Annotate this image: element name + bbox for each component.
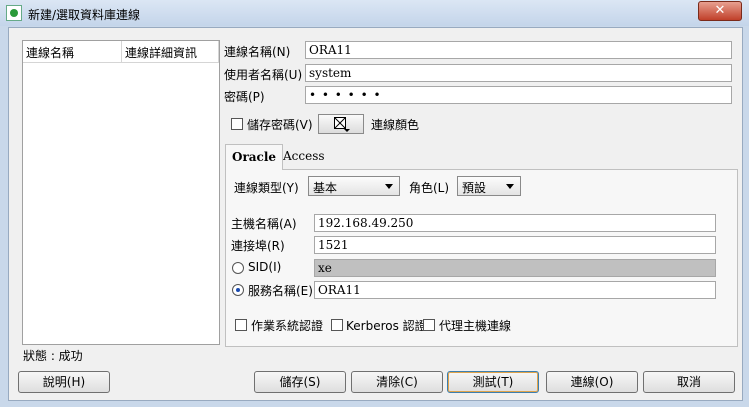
connection-color-label: 連線顏色 bbox=[371, 118, 420, 132]
role-label: 角色(L) bbox=[409, 181, 450, 195]
column-header-details[interactable]: 連線詳細資訊 bbox=[122, 41, 219, 62]
connection-name-field[interactable]: ORA11 bbox=[305, 41, 732, 59]
kerberos-label: Kerberos 認證 bbox=[346, 319, 427, 333]
connection-type-value: 基本 bbox=[313, 181, 338, 195]
sid-label: SID(I) bbox=[248, 260, 282, 274]
cancel-button[interactable]: 取消 bbox=[643, 371, 735, 393]
sid-field[interactable]: xe bbox=[314, 259, 716, 277]
chevron-down-icon bbox=[385, 184, 393, 189]
clear-button[interactable]: 清除(C) bbox=[351, 371, 443, 393]
connection-type-select[interactable]: 基本 bbox=[308, 176, 400, 196]
title-bar: 新建/選取資料庫連線 ✕ bbox=[0, 0, 749, 26]
os-auth-label: 作業系統認證 bbox=[251, 319, 324, 333]
username-field[interactable]: system bbox=[305, 64, 732, 82]
password-field[interactable]: • • • • • • bbox=[305, 86, 732, 104]
hostname-field[interactable]: 192.168.49.250 bbox=[314, 214, 716, 232]
save-password-checkbox[interactable] bbox=[231, 118, 243, 130]
service-name-label: 服務名稱(E) bbox=[248, 284, 313, 298]
chevron-down-icon bbox=[506, 184, 514, 189]
role-value: 預設 bbox=[462, 181, 487, 195]
port-field[interactable]: 1521 bbox=[314, 236, 716, 254]
tab-oracle[interactable]: Oracle bbox=[225, 144, 284, 170]
connection-name-label: 連線名稱(N) bbox=[224, 45, 291, 59]
hostname-label: 主機名稱(A) bbox=[231, 217, 297, 231]
connect-button[interactable]: 連線(O) bbox=[546, 371, 638, 393]
save-button[interactable]: 儲存(S) bbox=[254, 371, 346, 393]
save-password-label: 儲存密碼(V) bbox=[247, 118, 313, 132]
sid-radio[interactable] bbox=[232, 262, 244, 274]
connection-color-button[interactable] bbox=[318, 114, 364, 134]
help-button[interactable]: 說明(H) bbox=[18, 371, 110, 393]
os-auth-checkbox[interactable] bbox=[235, 319, 247, 331]
app-icon bbox=[6, 5, 22, 21]
color-picker-icon bbox=[334, 117, 350, 132]
close-icon: ✕ bbox=[714, 3, 726, 18]
role-select[interactable]: 預設 bbox=[457, 176, 521, 196]
status-text: 狀態 : 成功 bbox=[23, 349, 83, 363]
connection-list-header: 連線名稱 連線詳細資訊 bbox=[23, 41, 219, 63]
window-title: 新建/選取資料庫連線 bbox=[28, 8, 141, 22]
tab-access[interactable]: Access bbox=[277, 144, 331, 169]
service-name-field[interactable]: ORA11 bbox=[314, 281, 716, 299]
close-button[interactable]: ✕ bbox=[698, 1, 742, 21]
column-header-name[interactable]: 連線名稱 bbox=[23, 41, 122, 62]
proxy-label: 代理主機連線 bbox=[439, 319, 512, 333]
dialog-body: 連線名稱 連線詳細資訊 連線名稱(N) ORA11 使用者名稱(U) syste… bbox=[8, 27, 743, 401]
proxy-checkbox[interactable] bbox=[423, 319, 435, 331]
service-name-radio[interactable] bbox=[232, 284, 244, 296]
test-button[interactable]: 測試(T) bbox=[447, 371, 539, 393]
port-label: 連接埠(R) bbox=[231, 239, 285, 253]
connection-list[interactable]: 連線名稱 連線詳細資訊 bbox=[22, 40, 220, 345]
connection-type-label: 連線類型(Y) bbox=[234, 181, 299, 195]
kerberos-checkbox[interactable] bbox=[331, 319, 343, 331]
password-label: 密碼(P) bbox=[224, 90, 265, 104]
username-label: 使用者名稱(U) bbox=[224, 68, 303, 82]
